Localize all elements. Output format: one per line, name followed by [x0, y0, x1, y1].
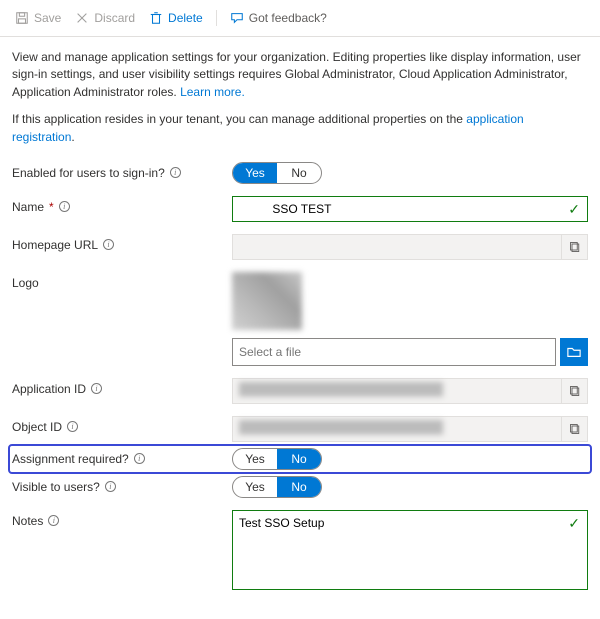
label-homepage: Homepage URL: [12, 238, 98, 252]
info-icon[interactable]: i: [59, 201, 70, 212]
homepage-readonly: [232, 234, 588, 260]
toggle-assignment-no[interactable]: No: [277, 449, 321, 469]
object-id-readonly: ████████████████████████: [232, 416, 588, 442]
feedback-icon: [230, 11, 244, 25]
label-app-id: Application ID: [12, 382, 86, 396]
row-logo: Logo: [12, 266, 588, 372]
command-bar: Save Discard Delete Got feedback?: [0, 0, 600, 37]
row-notes: Notes i ✓: [12, 504, 588, 599]
info-icon[interactable]: i: [103, 239, 114, 250]
logo-thumbnail: [232, 272, 302, 330]
toggle-visible-no[interactable]: No: [277, 477, 321, 497]
file-select-input[interactable]: [232, 338, 556, 366]
notes-textarea[interactable]: [232, 510, 588, 590]
info-icon[interactable]: i: [170, 167, 181, 178]
toggle-enabled-no[interactable]: No: [277, 163, 321, 183]
row-object-id: Object ID i ████████████████████████: [12, 410, 588, 448]
save-label: Save: [34, 11, 61, 25]
copy-icon[interactable]: [561, 417, 587, 441]
toggle-visible-yes[interactable]: Yes: [233, 477, 277, 497]
row-visible: Visible to users? i Yes No: [12, 470, 588, 504]
object-id-value: ████████████████████████: [239, 420, 443, 434]
discard-label: Discard: [94, 11, 135, 25]
discard-icon: [75, 11, 89, 25]
label-visible: Visible to users?: [12, 480, 100, 494]
save-button: Save: [10, 8, 66, 28]
copy-icon[interactable]: [561, 379, 587, 403]
content-area: View and manage application settings for…: [0, 37, 600, 619]
toggle-enabled-yes[interactable]: Yes: [233, 163, 277, 183]
learn-more-link[interactable]: Learn more.: [180, 85, 245, 99]
info-icon[interactable]: i: [134, 453, 145, 464]
toolbar-divider: [216, 10, 217, 26]
info-icon[interactable]: i: [105, 481, 116, 492]
info-icon[interactable]: i: [67, 421, 78, 432]
intro2b-span: .: [71, 130, 74, 144]
intro-text-2: If this application resides in your tena…: [12, 111, 588, 146]
label-notes: Notes: [12, 514, 43, 528]
app-id-readonly: ████████████████████████: [232, 378, 588, 404]
intro-text-1: View and manage application settings for…: [12, 49, 588, 101]
info-icon[interactable]: i: [91, 383, 102, 394]
folder-icon: [567, 345, 581, 359]
required-asterisk: *: [49, 200, 54, 214]
copy-icon[interactable]: [561, 235, 587, 259]
delete-icon: [149, 11, 163, 25]
feedback-button[interactable]: Got feedback?: [225, 8, 332, 28]
toggle-enabled[interactable]: Yes No: [232, 162, 322, 184]
toggle-assignment[interactable]: Yes No: [232, 448, 322, 470]
label-name: Name: [12, 200, 44, 214]
row-app-id: Application ID i ███████████████████████…: [12, 372, 588, 410]
label-enabled: Enabled for users to sign-in?: [12, 166, 165, 180]
valid-check-icon: ✓: [568, 201, 580, 218]
toggle-assignment-yes[interactable]: Yes: [233, 449, 277, 469]
info-icon[interactable]: i: [48, 515, 59, 526]
label-assignment: Assignment required?: [12, 452, 129, 466]
row-name: Name * i ✓: [12, 190, 588, 228]
save-icon: [15, 11, 29, 25]
delete-label: Delete: [168, 11, 203, 25]
label-object-id: Object ID: [12, 420, 62, 434]
row-homepage: Homepage URL i: [12, 228, 588, 266]
delete-button[interactable]: Delete: [144, 8, 208, 28]
app-id-value: ████████████████████████: [239, 382, 443, 396]
valid-check-icon: ✓: [568, 515, 580, 532]
browse-button[interactable]: [560, 338, 588, 366]
intro-span: View and manage application settings for…: [12, 50, 581, 99]
feedback-label: Got feedback?: [249, 11, 327, 25]
toggle-visible[interactable]: Yes No: [232, 476, 322, 498]
discard-button: Discard: [70, 8, 140, 28]
name-input[interactable]: [232, 196, 588, 222]
label-logo: Logo: [12, 276, 39, 290]
intro2-span: If this application resides in your tena…: [12, 112, 466, 126]
row-enabled: Enabled for users to sign-in? i Yes No: [12, 156, 588, 190]
